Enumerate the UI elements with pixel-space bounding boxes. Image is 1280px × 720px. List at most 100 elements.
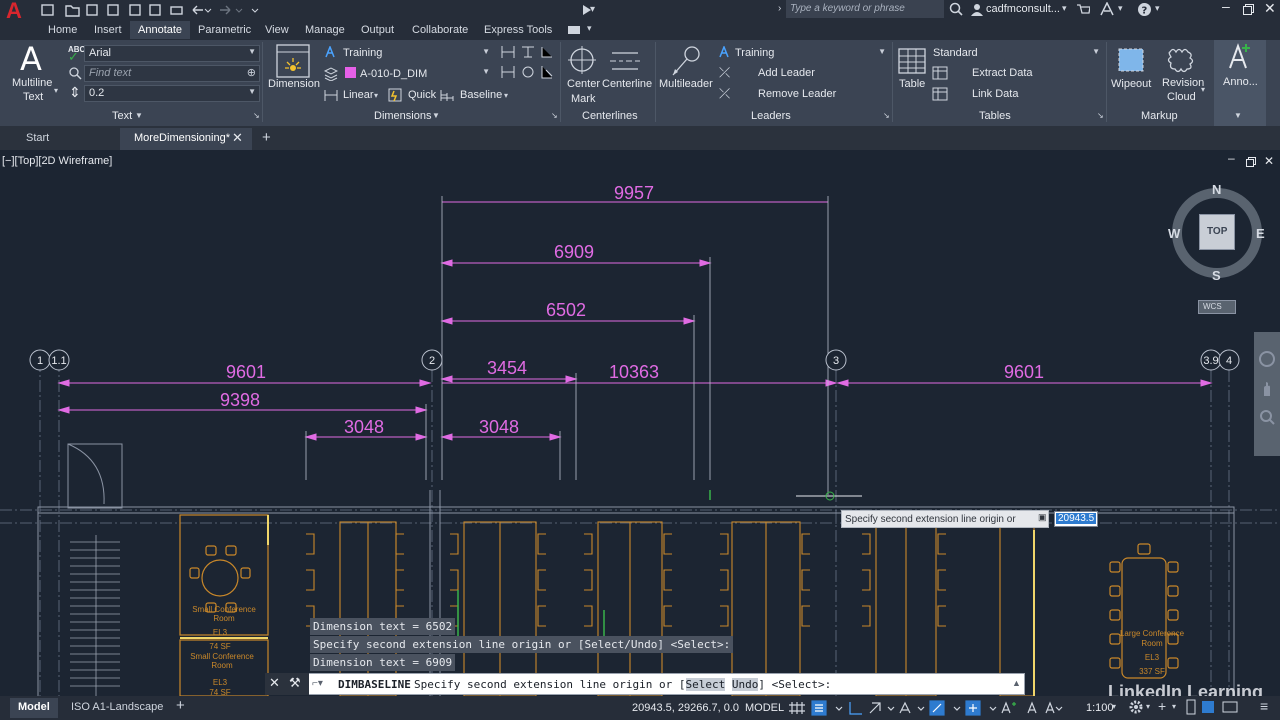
- tab-home[interactable]: Home: [48, 24, 77, 36]
- search-icon[interactable]: [949, 2, 963, 16]
- tab-express-tools[interactable]: Express Tools: [484, 24, 552, 36]
- doc-tab-start[interactable]: Start: [0, 128, 120, 150]
- annotation-monitor-icon[interactable]: +: [1158, 698, 1166, 714]
- layout-tab[interactable]: ISO A1-Landscape: [71, 701, 163, 713]
- close-tab-icon[interactable]: ✕: [232, 130, 243, 146]
- tab-collaborate[interactable]: Collaborate: [412, 24, 468, 36]
- units-dropdown[interactable]: ▾: [1172, 702, 1176, 711]
- markup-panel-title[interactable]: Markup: [1141, 110, 1178, 122]
- option-undo[interactable]: Undo: [731, 678, 759, 691]
- quick-button[interactable]: Quick: [408, 89, 436, 101]
- help-dropdown-icon[interactable]: ▾: [1155, 3, 1160, 14]
- wipeout-icon[interactable]: [1116, 46, 1146, 74]
- annotation-scaling-icon[interactable]: [1224, 42, 1254, 72]
- baseline-button[interactable]: Baseline: [460, 89, 502, 101]
- font-select[interactable]: Arial ▼: [84, 45, 260, 62]
- tab-options-icon[interactable]: [568, 26, 580, 34]
- annotation-scale[interactable]: 1:100: [1086, 702, 1114, 714]
- dim-style-select[interactable]: Training ▼: [338, 45, 494, 62]
- tab-parametric[interactable]: Parametric: [198, 24, 251, 36]
- model-tab[interactable]: Model: [10, 698, 58, 718]
- table-icon[interactable]: [898, 48, 926, 74]
- centerline-icon[interactable]: [610, 50, 640, 72]
- pan-icon[interactable]: [1258, 380, 1276, 398]
- autodesk-icon[interactable]: [1099, 2, 1115, 16]
- dimensions-panel-launcher[interactable]: ↘: [551, 111, 558, 120]
- leaders-panel-title[interactable]: Leaders: [751, 110, 791, 122]
- account-dropdown-icon[interactable]: ▾: [1118, 3, 1123, 14]
- add-layout-button[interactable]: +: [176, 697, 185, 714]
- dimensions-panel-dropdown[interactable]: ▼: [432, 111, 440, 120]
- customize-command-line-icon[interactable]: ⚒: [289, 675, 301, 691]
- isolate-objects-icon[interactable]: [1200, 699, 1216, 715]
- compass-south[interactable]: S: [1212, 268, 1221, 283]
- annotation-scale-dropdown[interactable]: ▾: [1112, 702, 1116, 711]
- workspace-dropdown[interactable]: ▾: [1146, 702, 1150, 711]
- multileader-button[interactable]: Multileader: [659, 78, 713, 90]
- linear-button[interactable]: Linear: [343, 89, 374, 101]
- remove-leader-button[interactable]: Remove Leader: [758, 88, 836, 100]
- dim-layer-select[interactable]: A-010-D_DIM ▼: [340, 65, 494, 82]
- tab-manage[interactable]: Manage: [305, 24, 345, 36]
- search-input[interactable]: Type a keyword or phrase: [790, 3, 905, 14]
- hardware-acceleration-icon[interactable]: [1184, 699, 1198, 715]
- arrow-right-icon[interactable]: ›: [778, 3, 781, 14]
- workspace-gear-icon[interactable]: [1128, 699, 1144, 715]
- revision-cloud-button-line2[interactable]: Cloud: [1167, 91, 1196, 103]
- center-mark-button-line2[interactable]: Mark: [571, 93, 595, 105]
- wipeout-button[interactable]: Wipeout: [1111, 78, 1151, 90]
- help-icon[interactable]: ?: [1137, 2, 1152, 17]
- table-button[interactable]: Table: [899, 78, 925, 90]
- text-panel-title[interactable]: Text: [112, 110, 132, 122]
- tab-output[interactable]: Output: [361, 24, 394, 36]
- zoom-icon[interactable]: [1258, 408, 1276, 426]
- quick-access-toolbar[interactable]: [40, 2, 265, 18]
- anno-button[interactable]: Anno...: [1223, 76, 1258, 88]
- customization-menu-icon[interactable]: ≡: [1260, 698, 1268, 714]
- find-text-input[interactable]: Find text ⊕: [84, 65, 260, 82]
- anno-panel[interactable]: Anno... ▼: [1214, 40, 1266, 126]
- doc-tab-active[interactable]: MoreDimensioning* ✕: [120, 128, 252, 150]
- compass-east[interactable]: E: [1256, 226, 1265, 241]
- navigation-bar[interactable]: [1254, 332, 1280, 456]
- mleader-style-select[interactable]: Training ▼: [730, 45, 890, 62]
- new-tab-button[interactable]: +: [262, 129, 271, 146]
- center-mark-icon[interactable]: [568, 46, 596, 74]
- cart-icon[interactable]: [1076, 3, 1090, 17]
- dimensions-panel-title[interactable]: Dimensions: [374, 110, 431, 122]
- user-dropdown-icon[interactable]: ▾: [1062, 3, 1067, 14]
- minimize-icon[interactable]: –: [1222, 0, 1230, 14]
- dimension-button[interactable]: Dimension: [268, 78, 320, 90]
- text-panel-launcher[interactable]: ↘: [253, 111, 260, 120]
- centerline-button[interactable]: Centerline: [602, 78, 652, 90]
- compass-west[interactable]: W: [1168, 226, 1180, 241]
- revision-cloud-button[interactable]: Revision: [1162, 77, 1204, 89]
- command-recent-icon[interactable]: ⌐▾: [312, 678, 323, 689]
- drawing-viewport[interactable]: [−][Top][2D Wireframe] – ✕ 9957 6909 650…: [0, 150, 1280, 696]
- tables-panel-launcher[interactable]: ↘: [1097, 111, 1104, 120]
- multileader-icon[interactable]: [668, 44, 702, 78]
- text-height-select[interactable]: 0.2 ▼: [84, 85, 260, 102]
- center-mark-button[interactable]: Center: [567, 78, 600, 90]
- viewcube-top-face[interactable]: TOP: [1199, 214, 1235, 250]
- centerlines-panel-title[interactable]: Centerlines: [582, 110, 638, 122]
- check-icon[interactable]: ✓: [68, 49, 79, 65]
- search-box[interactable]: Type a keyword or phrase: [786, 0, 944, 18]
- drawing-canvas[interactable]: 9957 6909 6502 9601 3454 10363 9601 9398…: [0, 150, 1280, 696]
- tab-options-dropdown[interactable]: ▾: [587, 23, 592, 34]
- viewcube[interactable]: TOP N S W E: [1168, 182, 1265, 283]
- text-panel-dropdown[interactable]: ▼: [135, 111, 143, 120]
- extract-data-button[interactable]: Extract Data: [972, 67, 1033, 79]
- multiline-text-button-line2[interactable]: Text: [23, 91, 43, 103]
- tab-view[interactable]: View: [265, 24, 289, 36]
- compass-north[interactable]: N: [1212, 182, 1221, 197]
- command-line[interactable]: ✕ ⚒ ⌐▾ DIMBASELINE Specify second extens…: [265, 673, 1025, 695]
- add-leader-button[interactable]: Add Leader: [758, 67, 815, 79]
- tooltip-options-icon[interactable]: ▣: [1038, 512, 1047, 523]
- tab-insert[interactable]: Insert: [94, 24, 122, 36]
- multiline-text-icon[interactable]: A: [20, 40, 42, 78]
- close-command-line-icon[interactable]: ✕: [269, 675, 280, 691]
- find-text-icon[interactable]: [68, 66, 82, 80]
- user-icon[interactable]: [970, 2, 984, 16]
- option-select[interactable]: Select: [685, 678, 726, 691]
